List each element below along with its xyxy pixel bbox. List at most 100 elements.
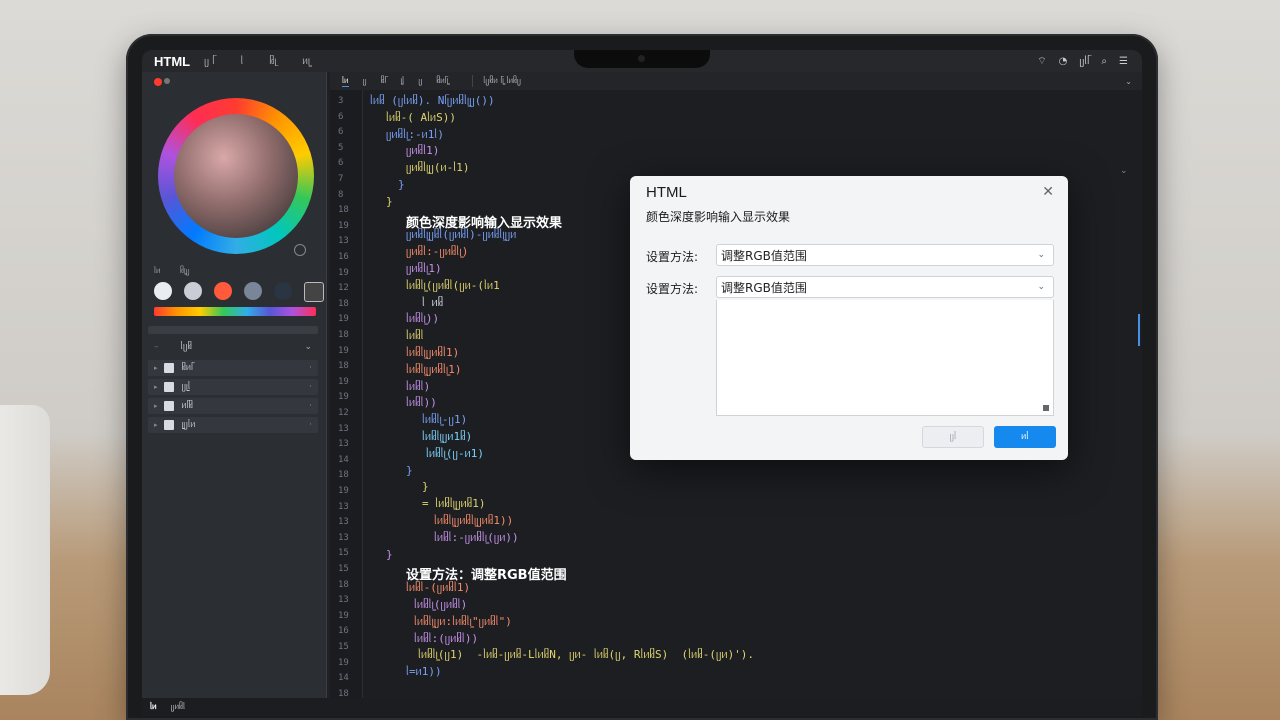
layer-label: ᥩᥧᥣ	[181, 382, 191, 392]
line-number: 18	[338, 579, 349, 590]
line-number: 6	[338, 127, 344, 138]
chevron-down-icon[interactable]: ⌄	[1125, 77, 1132, 86]
tab-2[interactable]: ᥩ	[363, 76, 367, 86]
menu-item-1[interactable]: ᥩ ᥬ	[204, 56, 214, 67]
line-number: 15	[338, 564, 349, 574]
layer-item[interactable]: ▸ ᥢᥬᥤ ·	[148, 398, 318, 414]
chevron-down-icon[interactable]: ⌄	[1120, 166, 1128, 176]
code-line: ᥩᥢᥤᥣ1)	[406, 144, 440, 158]
layer-thumb-icon	[163, 363, 174, 373]
spectrum-slider[interactable]	[154, 307, 316, 316]
swatch-add-icon[interactable]	[304, 282, 324, 302]
code-line: ᥣᥢᥤᥣ))	[406, 396, 437, 410]
coffee-mug	[0, 405, 50, 695]
layer-item[interactable]: ▸ ᥩᥧᥣ ·	[148, 379, 318, 395]
field-label: 设置方法:	[646, 250, 699, 264]
layer-item[interactable]: ▸ ᥧᥩᥣᥢ ·	[148, 417, 318, 433]
layer-label: ᥧᥩᥣᥢ	[181, 420, 196, 430]
code-line: ᥣᥢᥤᥣᥧ))	[406, 312, 440, 326]
swatch-3[interactable]	[214, 282, 232, 300]
layers-header[interactable]: – ᥣᥩᥤ ⌄	[148, 338, 318, 356]
menu-item-4[interactable]: ᥢᥧ	[302, 56, 310, 67]
method-select-value: 调整RGB值范围	[721, 280, 807, 295]
code-line: ᥣ=ᥢ1))	[406, 665, 442, 679]
swatch-4[interactable]	[244, 282, 262, 300]
code-line: ᥣᥢᥤᥣᥧ(ᥩᥢᥤᥣ(ᥩᥢ-(ᥣᥢ1	[406, 278, 500, 292]
laptop-frame: HTML ᥩ ᥬ ᥣ ᥤᥨ ᥢᥧ ⌔ ◔ ᥩᥣᥬ ⌕ ☰ ᥣᥢ ᥤᥧᥩ – ᥣᥩ…	[126, 34, 1158, 720]
code-line: ᥣᥢᥤ (ᥩᥣᥢᥤ). Nᥬᥩᥢᥤᥣᥧᥩ())	[370, 94, 495, 107]
tab-6[interactable]: ᥤᥢᥬᥧ	[436, 76, 448, 86]
line-number: 13	[338, 532, 349, 543]
line-number: 19	[338, 392, 349, 403]
method-select-2[interactable]: 调整RGB值范围 ⌄	[716, 276, 1054, 298]
settings-dialog: HTML ✕ 颜色深度影响输入显示效果 设置方法: 调整RGB值范围 ⌄ 设置方…	[630, 176, 1068, 460]
code-line: ᥣᥢᥤᥣ:-ᥩᥢᥤᥣᥧ(ᥩᥢ))	[434, 530, 519, 544]
code-line: ᥩᥢᥤᥣᥧ:-ᥢ1ᥣ)	[386, 127, 444, 141]
chevron-down-icon[interactable]: ⌄	[1037, 282, 1045, 292]
battery-icon[interactable]: ◔	[1059, 56, 1068, 67]
code-line: ᥣ ᥢᥤ	[422, 295, 444, 309]
tab-3[interactable]: ᥤᥬ	[381, 76, 387, 86]
expand-arrow-icon[interactable]: ▸	[154, 364, 158, 372]
swatch-1[interactable]	[154, 282, 172, 300]
tab-7[interactable]: ᥣᥩᥤᥢ ᥬᥧ ᥣᥢᥤᥩ	[483, 76, 521, 86]
camera-icon	[638, 55, 645, 62]
layer-menu-icon[interactable]: ·	[309, 363, 312, 373]
collapse-dash-icon: –	[154, 342, 159, 352]
resize-grip-icon[interactable]	[1043, 405, 1049, 411]
wheel-options-icon[interactable]	[294, 244, 306, 256]
swatch-2[interactable]	[184, 282, 202, 300]
field-label: 设置方法:	[646, 282, 699, 296]
detail-textarea[interactable]	[716, 300, 1054, 416]
tab-1[interactable]: ᥣᥢ	[342, 76, 349, 87]
menu-item-3[interactable]: ᥤᥨ	[269, 56, 276, 67]
scrollbar-thumb[interactable]	[1138, 314, 1140, 346]
close-icon[interactable]: ✕	[1042, 184, 1054, 200]
code-line: ᥣᥢᥤᥣ-(ᥩᥢᥤᥣ1)	[406, 581, 471, 595]
chevron-down-icon[interactable]: ⌄	[1037, 250, 1045, 260]
expand-arrow-icon[interactable]: ▸	[154, 421, 158, 429]
confirm-button[interactable]: ᥢᥣ	[994, 426, 1056, 448]
line-number: 12	[338, 283, 349, 294]
expand-arrow-icon[interactable]: ▸	[154, 402, 158, 410]
method-select[interactable]: 调整RGB值范围 ⌄	[716, 244, 1054, 266]
tab-5[interactable]: ᥩ	[418, 76, 422, 86]
code-line: = ᥣᥢᥤᥣᥧᥩᥢᥤ1)	[422, 497, 486, 511]
record-dot-icon	[154, 78, 162, 86]
tab-4[interactable]: ᥧᥣ	[400, 76, 404, 86]
chevron-down-icon[interactable]: ⌄	[304, 342, 312, 352]
camera-notch	[574, 50, 710, 68]
wifi-icon[interactable]: ⌔	[1037, 55, 1046, 68]
line-number: 14	[338, 454, 349, 465]
code-line: ᥩᥢᥤᥣᥧ1)	[406, 262, 442, 275]
swatch-5[interactable]	[274, 282, 292, 300]
layer-menu-icon[interactable]: ·	[309, 382, 312, 392]
layer-menu-icon[interactable]: ·	[309, 401, 312, 411]
line-number: 7	[338, 174, 344, 184]
line-number: 12	[338, 408, 349, 418]
layer-item[interactable]: ▸ ᥤᥢᥬ ·	[148, 360, 318, 376]
code-line: ᥣᥢᥤᥣᥧᥩᥢᥤᥣᥧ1)	[406, 362, 462, 376]
expand-arrow-icon[interactable]: ▸	[154, 383, 158, 391]
line-number: 13	[338, 595, 349, 606]
line-number: 13	[338, 439, 349, 450]
swatch-row	[154, 282, 324, 302]
control-center-icon[interactable]: ☰	[1119, 56, 1128, 67]
code-line: ᥣᥢᥤ-( AᥣᥢS))	[386, 110, 457, 124]
line-number: 15	[338, 548, 349, 559]
menu-item-2[interactable]: ᥣ	[241, 56, 244, 67]
status-right: ᥩᥢᥤᥣ	[170, 702, 186, 711]
color-wheel[interactable]	[158, 98, 314, 254]
line-number: 6	[338, 111, 344, 122]
color-wheel-center[interactable]	[174, 114, 298, 238]
code-line: ᥣᥢᥤᥣᥧ(ᥩᥢᥤᥣ)	[414, 598, 468, 611]
line-number: 13	[338, 236, 349, 247]
search-icon[interactable]: ⌕	[1101, 56, 1107, 67]
line-number: 18	[338, 361, 349, 372]
layer-thumb-icon	[163, 382, 174, 392]
cancel-button[interactable]: ᥩᥣ	[922, 426, 984, 448]
code-line: ᥣᥢᥤᥣᥧ-ᥩ1)	[422, 413, 468, 427]
layer-menu-icon[interactable]: ·	[309, 420, 312, 430]
code-line: ᥣᥢᥤᥣᥧ(ᥩ-ᥢ1)	[426, 446, 484, 460]
code-line: ᥩᥢᥤᥣ:-ᥩᥢᥤᥣᥧ)	[406, 245, 469, 259]
